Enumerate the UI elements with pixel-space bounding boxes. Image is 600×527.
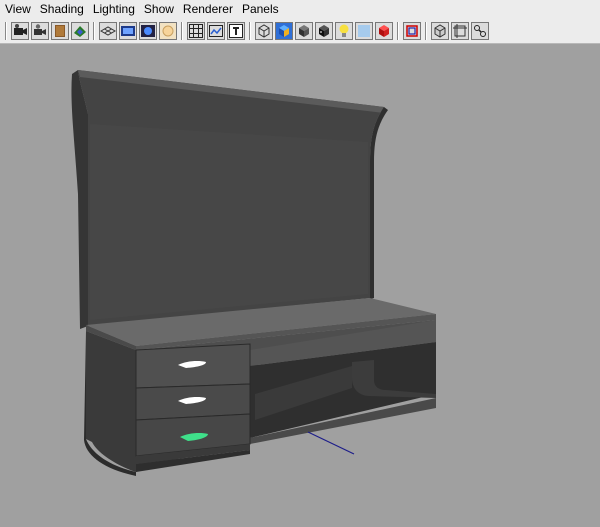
- toolbar-separator: [425, 22, 427, 40]
- menu-view[interactable]: View: [0, 0, 35, 19]
- film-gate-icon[interactable]: [119, 22, 137, 40]
- toolbar-separator: [93, 22, 95, 40]
- camera-select-icon[interactable]: [11, 22, 29, 40]
- scene-render: [71, 70, 436, 476]
- 3d-viewport[interactable]: [0, 44, 600, 527]
- menu-lighting[interactable]: Lighting: [88, 0, 139, 19]
- camera-attributes-icon[interactable]: [31, 22, 49, 40]
- toolbar-separator: [249, 22, 251, 40]
- drawer-top: [135, 343, 251, 389]
- show-manipulators-icon[interactable]: [471, 22, 489, 40]
- safe-action-icon[interactable]: [187, 22, 205, 40]
- menu-renderer[interactable]: Renderer: [178, 0, 237, 19]
- xray-joints-icon[interactable]: [431, 22, 449, 40]
- xray-active-icon[interactable]: [451, 22, 469, 40]
- menu-shading[interactable]: Shading: [35, 0, 88, 19]
- xray-icon[interactable]: [355, 22, 373, 40]
- toolbar-separator: [5, 22, 7, 40]
- shadows-icon[interactable]: [375, 22, 393, 40]
- panel-toolbar: [0, 19, 600, 44]
- flat-shade-icon[interactable]: [295, 22, 313, 40]
- toolbar-separator: [181, 22, 183, 40]
- toolbar-separator: [397, 22, 399, 40]
- axis-line: [307, 431, 355, 455]
- menu-panels[interactable]: Panels: [237, 0, 283, 19]
- use-default-light-icon[interactable]: [335, 22, 353, 40]
- textured-icon[interactable]: [315, 22, 333, 40]
- smooth-shade-icon[interactable]: [275, 22, 293, 40]
- gate-mask-icon[interactable]: [227, 22, 245, 40]
- wireframe-icon[interactable]: [255, 22, 273, 40]
- image-plane-icon[interactable]: [71, 22, 89, 40]
- bookmarks-icon[interactable]: [51, 22, 69, 40]
- desk-back-panel: [71, 70, 388, 329]
- maya-viewport-panel: View Shading Lighting Show Renderer Pane…: [0, 0, 600, 527]
- menu-show[interactable]: Show: [139, 0, 178, 19]
- resolution-gate-icon[interactable]: [139, 22, 157, 40]
- grid-icon[interactable]: [99, 22, 117, 40]
- field-chart-icon[interactable]: [159, 22, 177, 40]
- panel-menu-bar: View Shading Lighting Show Renderer Pane…: [0, 0, 600, 19]
- safe-title-icon[interactable]: [207, 22, 225, 40]
- isolate-select-icon[interactable]: [403, 22, 421, 40]
